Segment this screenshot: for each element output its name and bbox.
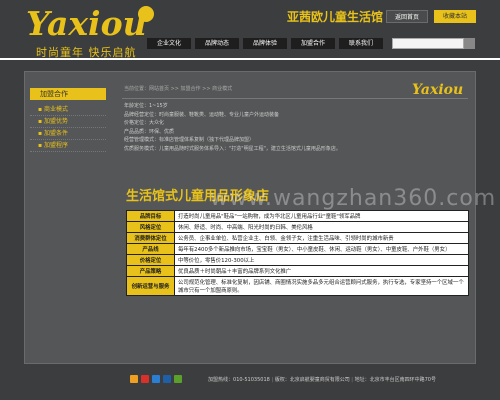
sidebar-item-advantages[interactable]: 加盟优势 [30, 116, 106, 128]
logo-text: Yaxiou [26, 4, 147, 42]
table-value: 每年有2400多个新品推向市场，宝宝鞋（男女）、中小童皮鞋、休闲、运动鞋（男女）… [174, 243, 469, 255]
table-value: 打造时尚儿童用品"鞋品"一站购物，成为华北区儿童用品行业"童鞋"领军品牌 [174, 210, 469, 222]
sidebar-heading: 加盟合作 [30, 88, 106, 100]
table-row: 风格定位 休闲、舒适、时尚、中高端、阳光时尚的日韩、美伦风格 [126, 221, 469, 233]
info-line: 品牌经营定位：时尚童服装、鞋靴类、运动鞋、专业儿童户外运动装备 [124, 111, 280, 118]
share-bar [130, 375, 182, 383]
nav-item-culture[interactable]: 企业文化 [147, 38, 191, 49]
brand-name-cn: 亚茜欧儿童生活馆 [287, 10, 384, 24]
nav-item-news[interactable]: 品牌动态 [195, 38, 239, 49]
share-weibo-icon[interactable] [141, 375, 149, 383]
info-line: 年龄定位：1~15岁 [124, 103, 168, 109]
sidebar-item-conditions[interactable]: 加盟条件 [30, 128, 106, 140]
footer-text: 加盟热线：010-51035018 | 版权：北京启航婴童商贸有限公司 | 地址… [208, 377, 436, 383]
svg-text:Yaxiou: Yaxiou [412, 82, 463, 98]
table-row: 消费群体定位 公务员、企事业单位、私营企业主、白领、金领子女，注重生活品味、引领… [126, 232, 469, 244]
sidebar-item-business-model[interactable]: 商业模式 [30, 104, 106, 116]
sidebar-item-process[interactable]: 加盟程序 [30, 140, 106, 152]
breadcrumb: 当前位置：网站首页 >> 加盟合作 >> 商业模式 [124, 86, 233, 92]
brand-table: 品牌目标 打造时尚儿童用品"鞋品"一站购物，成为华北区儿童用品行业"童鞋"领军品… [126, 210, 469, 296]
footer-hotline-label: 加盟热线： [208, 377, 234, 383]
watermark: www.wangzhan360.com [210, 186, 497, 211]
footer-company: 版权：北京启航婴童商贸有限公司 [274, 377, 350, 383]
sidebar-list: 商业模式 加盟优势 加盟条件 加盟程序 [30, 104, 106, 152]
top-buttons: 返回首页 收藏本站 [386, 10, 476, 23]
info-line: 价格定位：大众化 [124, 120, 165, 127]
table-row: 产品线 每年有2400多个新品推向市场，宝宝鞋（男女）、中小童皮鞋、休闲、运动鞋… [126, 243, 469, 255]
table-key: 产品策略 [126, 265, 175, 277]
table-key: 消费群体定位 [126, 232, 175, 244]
table-row: 品牌目标 打造时尚儿童用品"鞋品"一站购物，成为华北区儿童用品行业"童鞋"领军品… [126, 210, 469, 222]
search-input[interactable] [392, 38, 464, 49]
table-value: 公司规范化管理、标准化复制，因店铺、商圈情况实施多品多元组合运营顾问式服务，执行… [174, 276, 469, 296]
table-key: 产品线 [126, 243, 175, 255]
table-value: 休闲、舒适、时尚、中高端、阳光时尚的日韩、美伦风格 [174, 221, 469, 233]
favorite-button[interactable]: 收藏本站 [434, 10, 476, 23]
search-button[interactable] [464, 38, 475, 49]
info-line: 优质服务模式：儿童用品随时式服务体系导入："打造"明星工程"，建立生活馆式儿童用… [124, 145, 341, 152]
content-divider [122, 98, 468, 99]
table-value: 中等价位，零售价120-300以上 [174, 254, 469, 266]
logo-small: Yaxiou [412, 82, 463, 98]
table-key: 品牌目标 [126, 210, 175, 222]
main-nav: 企业文化 品牌动态 品牌体验 加盟合作 联系我们 [147, 38, 383, 49]
table-row: 价格定位 中等价位，零售价120-300以上 [126, 254, 469, 266]
footer-address: 地址：北京市丰台区南四环中路70号 [354, 377, 436, 383]
share-more-icon[interactable] [174, 375, 182, 383]
table-key: 风格定位 [126, 221, 175, 233]
logo[interactable]: Yaxiou [26, 2, 156, 42]
share-qq-icon[interactable] [152, 375, 160, 383]
nav-item-experience[interactable]: 品牌体验 [243, 38, 287, 49]
home-button[interactable]: 返回首页 [386, 10, 428, 23]
footer: 加盟热线：010-51035018 | 版权：北京启航婴童商贸有限公司 | 地址… [0, 373, 500, 385]
header: Yaxiou 时尚童年 快乐启航 亚茜欧儿童生活馆 返回首页 收藏本站 企业文化… [0, 0, 500, 74]
nav-item-contact[interactable]: 联系我们 [339, 38, 383, 49]
table-value: 优良品质＋时尚朝品＋丰富的品牌系列文化推广 [174, 265, 469, 277]
header-divider [0, 58, 500, 60]
share-renren-icon[interactable] [163, 375, 171, 383]
footer-phone: 010-51035018 [233, 377, 270, 383]
table-key: 价格定位 [126, 254, 175, 266]
info-line: 产品品质：环保、优质 [124, 128, 175, 135]
share-qzone-icon[interactable] [130, 375, 138, 383]
nav-item-franchise[interactable]: 加盟合作 [291, 38, 335, 49]
info-line: 经营管理模式：标准店管理体系复制（独下代理品牌加盟） [124, 137, 255, 144]
table-value: 公务员、企事业单位、私营企业主、白领、金领子女，注重生活品味、引领时尚的城市新贵 [174, 232, 469, 244]
table-row: 产品策略 优良品质＋时尚朝品＋丰富的品牌系列文化推广 [126, 265, 469, 277]
info-block: 年龄定位：1~15岁 品牌经营定位：时尚童服装、鞋靴类、运动鞋、专业儿童户外运动… [124, 102, 464, 154]
table-key: 创新运营与服务 [126, 276, 175, 296]
table-row: 创新运营与服务 公司规范化管理、标准化复制，因店铺、商圈情况实施多品多元组合运营… [126, 276, 469, 296]
